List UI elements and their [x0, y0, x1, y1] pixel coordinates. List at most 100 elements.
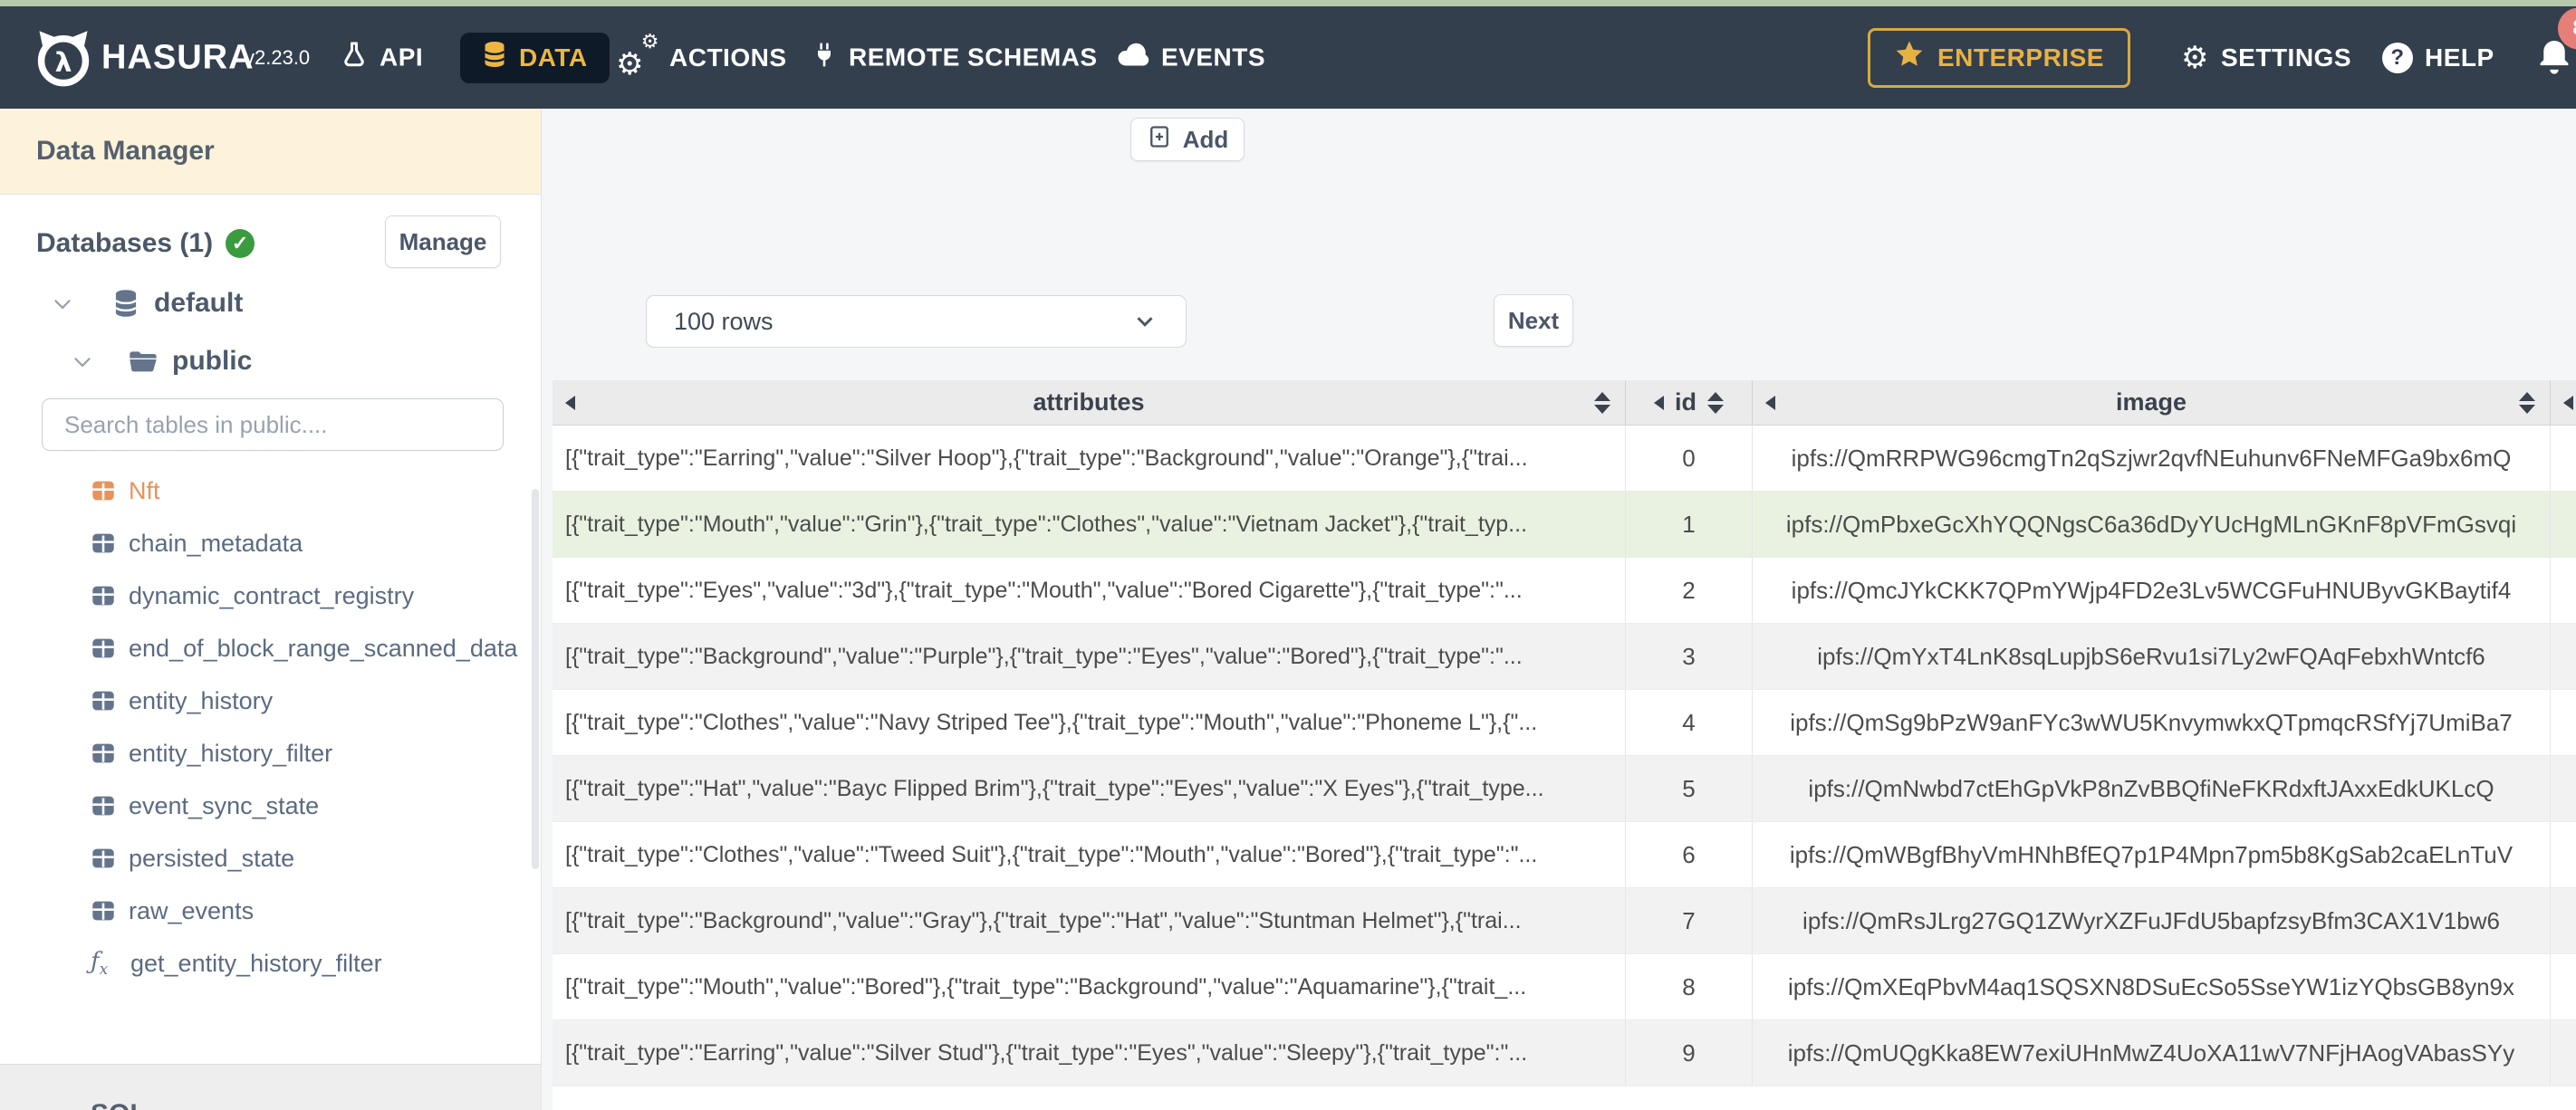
cell-attributes[interactable]: [{"trait_type":"Eyes","value":"3d"},{"tr…: [553, 558, 1626, 624]
cell-partial[interactable]: [2551, 888, 2576, 954]
cell-partial[interactable]: [2551, 1086, 2576, 1110]
cell-partial[interactable]: [2551, 954, 2576, 1020]
table-row[interactable]: [{"trait_type":"Hat","value":"Bayc Flipp…: [553, 756, 2576, 822]
nav-remote-schemas[interactable]: REMOTE SCHEMAS: [812, 40, 1098, 75]
cell-partial[interactable]: [2551, 756, 2576, 822]
cell-partial[interactable]: [2551, 558, 2576, 624]
collapse-column-icon[interactable]: [1765, 395, 1775, 410]
column-header-id[interactable]: id: [1626, 380, 1753, 425]
sidebar-table-entity_history[interactable]: entity_history: [0, 675, 541, 727]
cell-image[interactable]: ipfs://QmcJYkCKK7QPmYWjp4FD2e3Lv5WCGFuHN…: [1753, 558, 2551, 624]
cell-image[interactable]: ipfs://QmWBgfBhyVmHNhBfEQ7p1P4Mpn7pm5b8K…: [1753, 822, 2551, 888]
sidebar-scrollbar[interactable]: [532, 489, 539, 869]
cell-id[interactable]: 2: [1626, 558, 1753, 624]
next-page-button[interactable]: Next: [1494, 294, 1573, 347]
cell-partial[interactable]: [2551, 426, 2576, 492]
hasura-logo-icon[interactable]: λ: [33, 27, 94, 89]
table-row[interactable]: [{"trait_type":"Clothes","value":"Navy S…: [553, 690, 2576, 756]
cell-partial[interactable]: [2551, 690, 2576, 756]
cell-id[interactable]: 4: [1626, 690, 1753, 756]
cell-attributes[interactable]: [{"trait_type":"Earring","value":"Silver…: [553, 426, 1626, 492]
nav-help-label: HELP: [2425, 43, 2494, 72]
collapse-column-icon[interactable]: [1654, 395, 1664, 410]
rows-per-page-select[interactable]: 100 rows: [646, 295, 1187, 348]
cell-image[interactable]: ipfs://QmXEqPbvM4aq1SQSXN8DSuEcSo5SseYW1…: [1753, 954, 2551, 1020]
sidebar-table-Nft[interactable]: Nft: [0, 464, 541, 517]
cell-image[interactable]: [1753, 1086, 2551, 1110]
sidebar-table-end_of_block_range_scanned_data[interactable]: end_of_block_range_scanned_data: [0, 622, 541, 675]
cell-partial[interactable]: [2551, 822, 2576, 888]
sort-icon[interactable]: [2519, 391, 2535, 414]
table-row[interactable]: [{"trait_type":"Background","value":"Gra…: [553, 888, 2576, 954]
collapse-column-icon[interactable]: [2563, 395, 2573, 410]
cell-image[interactable]: ipfs://QmYxT4LnK8sqLupjbS6eRvu1si7Ly2wFQ…: [1753, 624, 2551, 690]
sort-icon[interactable]: [1707, 391, 1724, 414]
table-row[interactable]: [{"trait_type":"Clothes","value":"Tweed …: [553, 822, 2576, 888]
cell-attributes[interactable]: [{"trait_type":"Background","value":"Pur…: [553, 624, 1626, 690]
sidebar-table-dynamic_contract_registry[interactable]: dynamic_contract_registry: [0, 569, 541, 622]
cell-attributes[interactable]: [{"trait_type":"Earring","value":"Silver…: [553, 1020, 1626, 1086]
sort-icon[interactable]: [1594, 391, 1610, 414]
cell-partial[interactable]: [2551, 492, 2576, 558]
table-row[interactable]: [{"trait_type":"Mouth","value":"Grin"},{…: [553, 492, 2576, 558]
cell-attributes[interactable]: [{"trait_type":"Hat","value":"Bayc Flipp…: [553, 756, 1626, 822]
sidebar-table-entity_history_filter[interactable]: entity_history_filter: [0, 727, 541, 780]
cell-image[interactable]: ipfs://QmPbxeGcXhYQQNgsC6a36dDyYUcHgMLnG…: [1753, 492, 2551, 558]
table-row[interactable]: [{"trait_type":"Eyes","value":"3d"},{"tr…: [553, 558, 2576, 624]
brand-name[interactable]: HASURA: [101, 38, 255, 77]
chevron-down-icon[interactable]: [51, 292, 74, 315]
cell-attributes[interactable]: [{"trait_type":"Background","value":"Gra…: [553, 888, 1626, 954]
cell-id[interactable]: 6: [1626, 822, 1753, 888]
column-header-image[interactable]: image: [1753, 380, 2551, 425]
cell-attributes[interactable]: [{"trait_type":": [553, 1086, 1626, 1110]
cell-id[interactable]: 3: [1626, 624, 1753, 690]
table-row[interactable]: [{"trait_type":"Earring","value":"Silver…: [553, 1020, 2576, 1086]
cell-id[interactable]: 1: [1626, 492, 1753, 558]
cell-id[interactable]: [1626, 1086, 1753, 1110]
enterprise-button[interactable]: ENTERPRISE: [1868, 27, 2130, 88]
cell-id[interactable]: 0: [1626, 426, 1753, 492]
nav-settings[interactable]: ⚙ SETTINGS: [2181, 43, 2351, 73]
table-row[interactable]: [{"trait_type":"Earring","value":"Silver…: [553, 426, 2576, 492]
cell-attributes[interactable]: [{"trait_type":"Mouth","value":"Bored"},…: [553, 954, 1626, 1020]
cell-partial[interactable]: [2551, 1020, 2576, 1086]
cell-partial[interactable]: [2551, 624, 2576, 690]
collapse-column-icon[interactable]: [565, 395, 575, 410]
column-header-partial[interactable]: [2551, 380, 2576, 425]
table-row-partial[interactable]: [{"trait_type":": [553, 1086, 2576, 1110]
tables-list: Nft chain_metadata dynamic_contract_regist…: [0, 464, 541, 990]
cell-attributes[interactable]: [{"trait_type":"Clothes","value":"Navy S…: [553, 690, 1626, 756]
cell-id[interactable]: 5: [1626, 756, 1753, 822]
manage-button[interactable]: Manage: [385, 215, 501, 268]
chevron-down-icon[interactable]: [71, 349, 94, 373]
cell-attributes[interactable]: [{"trait_type":"Mouth","value":"Grin"},{…: [553, 492, 1626, 558]
cell-id[interactable]: 9: [1626, 1020, 1753, 1086]
cell-image[interactable]: ipfs://QmNwbd7ctEhGpVkP8nZvBBQfiNeFKRdxf…: [1753, 756, 2551, 822]
cell-id[interactable]: 7: [1626, 888, 1753, 954]
nav-api[interactable]: API: [341, 39, 423, 76]
notifications-bell[interactable]: 8: [2534, 7, 2576, 81]
sql-section[interactable]: SQL: [0, 1064, 541, 1110]
column-header-attributes[interactable]: attributes: [553, 380, 1626, 425]
sidebar-table-chain_metadata[interactable]: chain_metadata: [0, 517, 541, 569]
cell-id[interactable]: 8: [1626, 954, 1753, 1020]
sidebar-table-raw_events[interactable]: raw_events: [0, 885, 541, 937]
cell-attributes[interactable]: [{"trait_type":"Clothes","value":"Tweed …: [553, 822, 1626, 888]
table-row[interactable]: [{"trait_type":"Background","value":"Pur…: [553, 624, 2576, 690]
add-row-button[interactable]: Add: [1130, 118, 1245, 161]
tree-node-database[interactable]: default: [51, 288, 243, 319]
sidebar-table-event_sync_state[interactable]: event_sync_state: [0, 780, 541, 832]
nav-events[interactable]: EVENTS: [1117, 42, 1265, 73]
nav-data[interactable]: DATA: [460, 32, 610, 83]
nav-actions[interactable]: ⚙ ⚙ ACTIONS: [616, 32, 787, 80]
cell-image[interactable]: ipfs://QmRRPWG96cmgTn2qSzjwr2qvfNEuhunv6…: [1753, 426, 2551, 492]
cell-image[interactable]: ipfs://QmRsJLrg27GQ1ZWyrXZFuJFdU5bapfzsy…: [1753, 888, 2551, 954]
cell-image[interactable]: ipfs://QmSg9bPzW9anFYc3wWU5KnvymwkxQTpmq…: [1753, 690, 2551, 756]
cell-image[interactable]: ipfs://QmUQgKka8EW7exiUHnMwZ4UoXA11wV7NF…: [1753, 1020, 2551, 1086]
sidebar-table-persisted_state[interactable]: persisted_state: [0, 832, 541, 885]
table-row[interactable]: [{"trait_type":"Mouth","value":"Bored"},…: [553, 954, 2576, 1020]
nav-help[interactable]: ? HELP: [2382, 42, 2494, 73]
tree-node-schema[interactable]: public: [71, 346, 252, 377]
search-tables-input[interactable]: [42, 398, 504, 451]
sidebar-function-get_entity_history_filter[interactable]: ƒx get_entity_history_filter: [0, 937, 541, 990]
